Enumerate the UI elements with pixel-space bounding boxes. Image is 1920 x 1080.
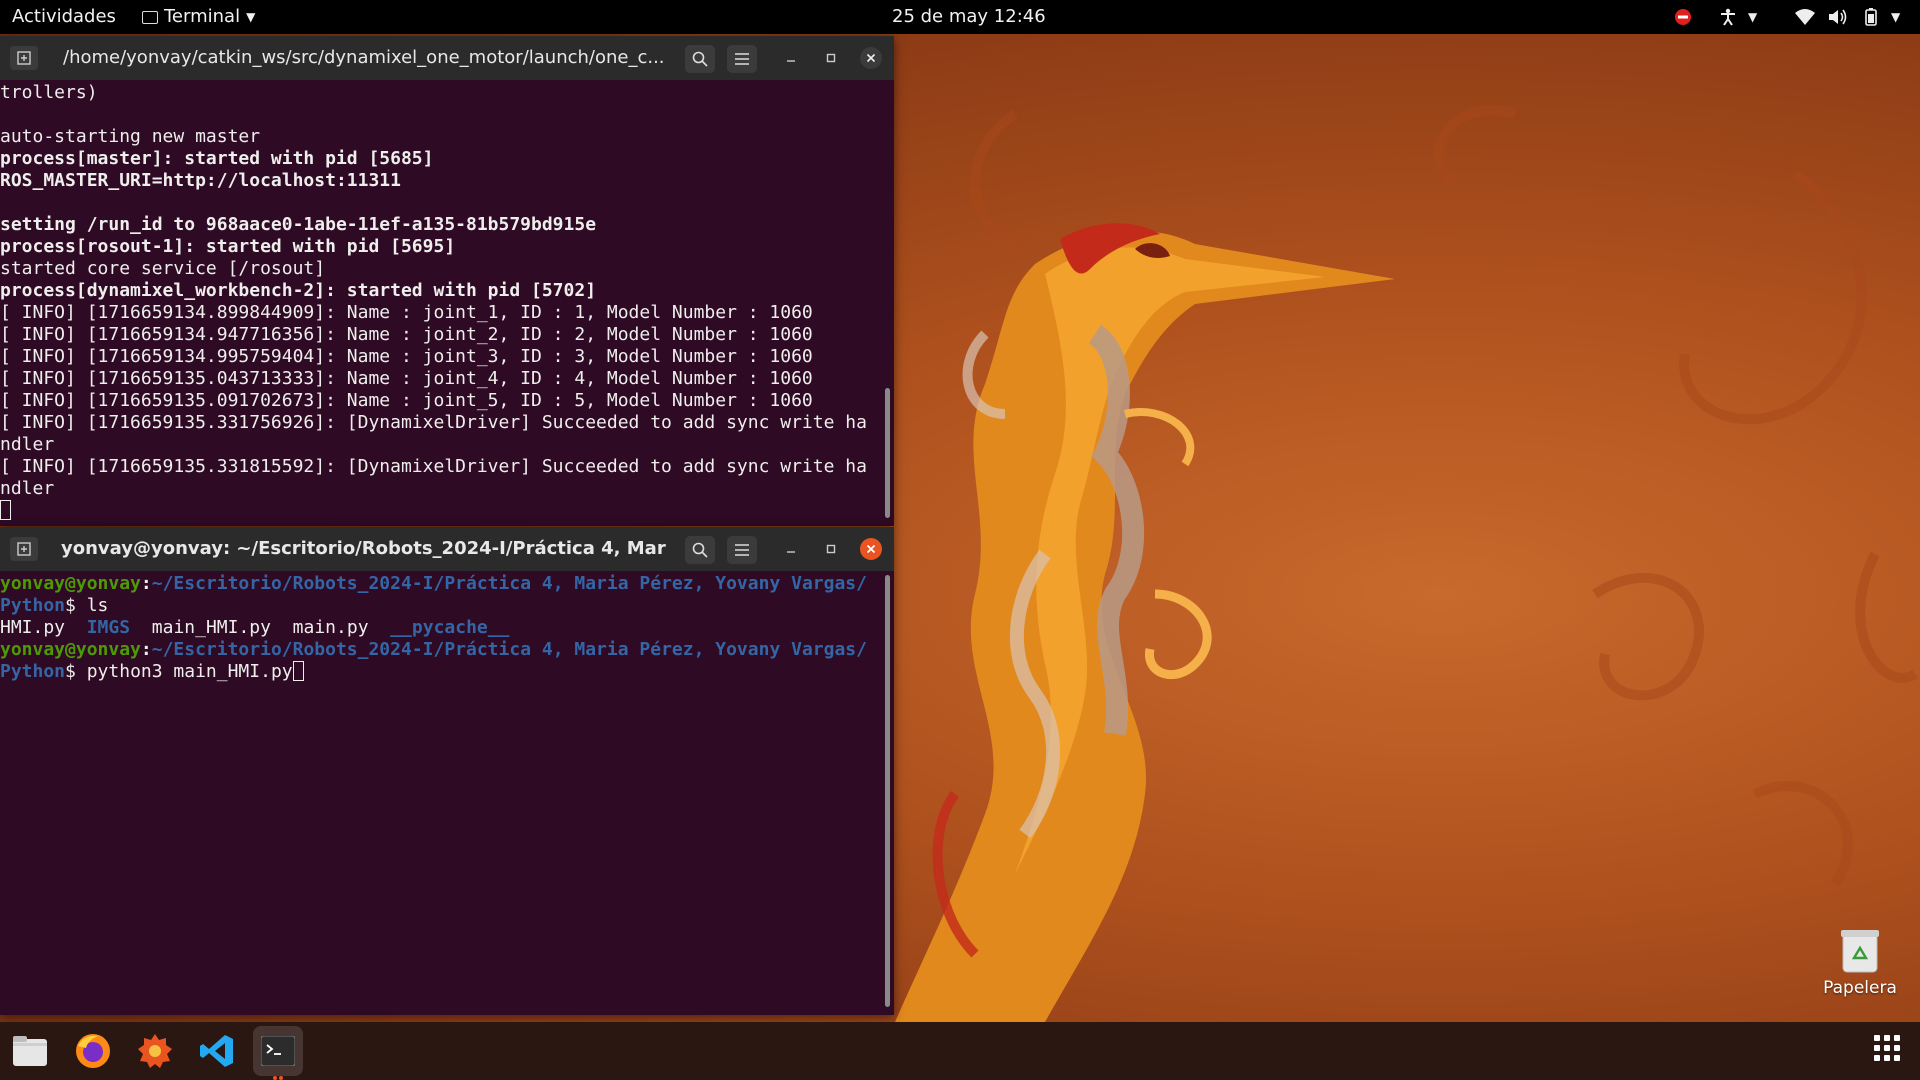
files-icon xyxy=(13,1036,47,1066)
volume-icon[interactable] xyxy=(1828,8,1848,26)
terminal-line: [ INFO] [1716659134.899844909]: Name : j… xyxy=(0,302,813,323)
scrollbar[interactable] xyxy=(885,575,890,1007)
do-not-disturb-icon[interactable] xyxy=(1674,8,1692,26)
terminal-line: process[dynamixel_workbench-2]: started … xyxy=(0,280,597,301)
dock-files[interactable] xyxy=(5,1026,55,1076)
close-button[interactable] xyxy=(860,47,882,69)
text-cursor xyxy=(292,661,304,681)
terminal-window-python[interactable]: yonvay@yonvay: ~/Escritorio/Robots_2024-… xyxy=(0,527,894,1015)
accessibility-icon[interactable] xyxy=(1719,8,1737,26)
prompt-path: ~/Escritorio/Robots_2024-I/Práctica 4, M… xyxy=(151,639,867,660)
minimize-icon xyxy=(787,60,795,62)
menu-button[interactable] xyxy=(727,536,757,564)
running-indicator xyxy=(273,1076,283,1080)
dock-software[interactable] xyxy=(130,1026,180,1076)
software-icon xyxy=(138,1034,172,1068)
terminal-icon xyxy=(261,1036,295,1066)
chevron-down-icon[interactable]: ▼ xyxy=(1748,8,1757,26)
maximize-icon xyxy=(826,53,836,63)
new-tab-button[interactable] xyxy=(10,537,38,561)
command-text: ls xyxy=(86,595,109,616)
new-tab-icon xyxy=(17,542,31,556)
search-button[interactable] xyxy=(685,536,715,564)
ls-file: HMI.py xyxy=(0,617,66,638)
hamburger-icon xyxy=(735,544,749,556)
dock xyxy=(0,1022,1920,1080)
desktop-wallpaper xyxy=(895,105,1918,1022)
clock[interactable]: 25 de may 12:46 xyxy=(892,0,1046,34)
terminal-line: process[master]: started with pid [5685] xyxy=(0,148,434,169)
command-text: python3 main_HMI.py xyxy=(86,661,293,682)
window-title: yonvay@yonvay: ~/Escritorio/Robots_2024-… xyxy=(61,538,666,559)
terminal-line: setting /run_id to 968aace0-1abe-11ef-a1… xyxy=(0,214,597,235)
ls-dir: __pycache__ xyxy=(390,617,510,638)
search-icon xyxy=(692,51,708,67)
dock-firefox[interactable] xyxy=(68,1026,118,1076)
terminal-line: [ INFO] [1716659135.091702673]: Name : j… xyxy=(0,390,813,411)
trash-icon xyxy=(1841,930,1879,973)
vscode-icon xyxy=(200,1035,233,1067)
terminal-output[interactable]: yonvay@yonvay:~/Escritorio/Robots_2024-I… xyxy=(0,573,867,683)
ls-file: main_HMI.py xyxy=(151,617,271,638)
top-bar: Actividades Terminal ▼ 25 de may 12:46 ▼… xyxy=(0,0,1920,34)
prompt-path-cont: Python xyxy=(0,661,66,682)
trash-desktop-icon[interactable]: Papelera xyxy=(1812,928,1908,998)
search-icon xyxy=(692,542,708,558)
terminal-window-launch[interactable]: /home/yonvay/catkin_ws/src/dynamixel_one… xyxy=(0,36,894,526)
hamburger-icon xyxy=(735,53,749,65)
new-tab-icon xyxy=(17,51,31,65)
text-cursor xyxy=(0,500,11,520)
window-titlebar[interactable]: yonvay@yonvay: ~/Escritorio/Robots_2024-… xyxy=(0,527,894,571)
terminal-line: [ INFO] [1716659134.995759404]: Name : j… xyxy=(0,346,813,367)
prompt-path-cont: Python xyxy=(0,595,66,616)
scrollbar[interactable] xyxy=(885,388,890,518)
terminal-line: [ INFO] [1716659135.043713333]: Name : j… xyxy=(0,368,813,389)
terminal-output[interactable]: trollers) auto-starting new master proce… xyxy=(0,82,867,522)
chevron-down-icon: ▼ xyxy=(246,10,256,24)
terminal-line: trollers) xyxy=(0,82,98,103)
dock-vscode[interactable] xyxy=(192,1026,242,1076)
new-tab-button[interactable] xyxy=(10,46,38,70)
minimize-button[interactable] xyxy=(780,538,802,560)
battery-icon[interactable] xyxy=(1861,8,1881,26)
chevron-down-icon[interactable]: ▼ xyxy=(1891,8,1900,26)
terminal-small-icon xyxy=(142,10,158,24)
ls-dir: IMGS xyxy=(86,617,131,638)
app-menu-label: Terminal xyxy=(164,6,241,27)
window-title: /home/yonvay/catkin_ws/src/dynamixel_one… xyxy=(63,47,663,68)
terminal-line: ndler xyxy=(0,434,55,455)
window-titlebar[interactable]: /home/yonvay/catkin_ws/src/dynamixel_one… xyxy=(0,36,894,80)
terminal-line: [ INFO] [1716659135.331815592]: [Dynamix… xyxy=(0,456,867,477)
prompt-path: ~/Escritorio/Robots_2024-I/Práctica 4, M… xyxy=(151,573,867,594)
terminal-line: [ INFO] [1716659135.331756926]: [Dynamix… xyxy=(0,412,867,433)
minimize-icon xyxy=(787,551,795,553)
terminal-line: ndler xyxy=(0,478,55,499)
maximize-icon xyxy=(826,544,836,554)
wifi-icon[interactable] xyxy=(1795,8,1815,26)
terminal-line: process[rosout-1]: started with pid [569… xyxy=(0,236,456,257)
menu-button[interactable] xyxy=(727,45,757,73)
terminal-line: started core service [/rosout] xyxy=(0,258,326,279)
terminal-line: [ INFO] [1716659134.947716356]: Name : j… xyxy=(0,324,813,345)
ls-file: main.py xyxy=(292,617,369,638)
prompt-user: yonvay@yonvay xyxy=(0,573,141,594)
show-applications-button[interactable] xyxy=(1874,1035,1900,1061)
close-icon xyxy=(866,544,876,554)
close-icon xyxy=(866,53,876,63)
terminal-line: ROS_MASTER_URI=http://localhost:11311 xyxy=(0,170,401,191)
trash-label: Papelera xyxy=(1823,978,1897,998)
firefox-icon xyxy=(76,1034,110,1068)
close-button[interactable] xyxy=(860,538,882,560)
minimize-button[interactable] xyxy=(780,47,802,69)
maximize-button[interactable] xyxy=(820,47,842,69)
terminal-line: auto-starting new master xyxy=(0,126,261,147)
app-menu[interactable]: Terminal ▼ xyxy=(142,0,255,34)
search-button[interactable] xyxy=(685,45,715,73)
dock-terminal[interactable] xyxy=(253,1026,303,1080)
prompt-user: yonvay@yonvay xyxy=(0,639,141,660)
activities-button[interactable]: Actividades xyxy=(12,0,116,34)
maximize-button[interactable] xyxy=(820,538,842,560)
